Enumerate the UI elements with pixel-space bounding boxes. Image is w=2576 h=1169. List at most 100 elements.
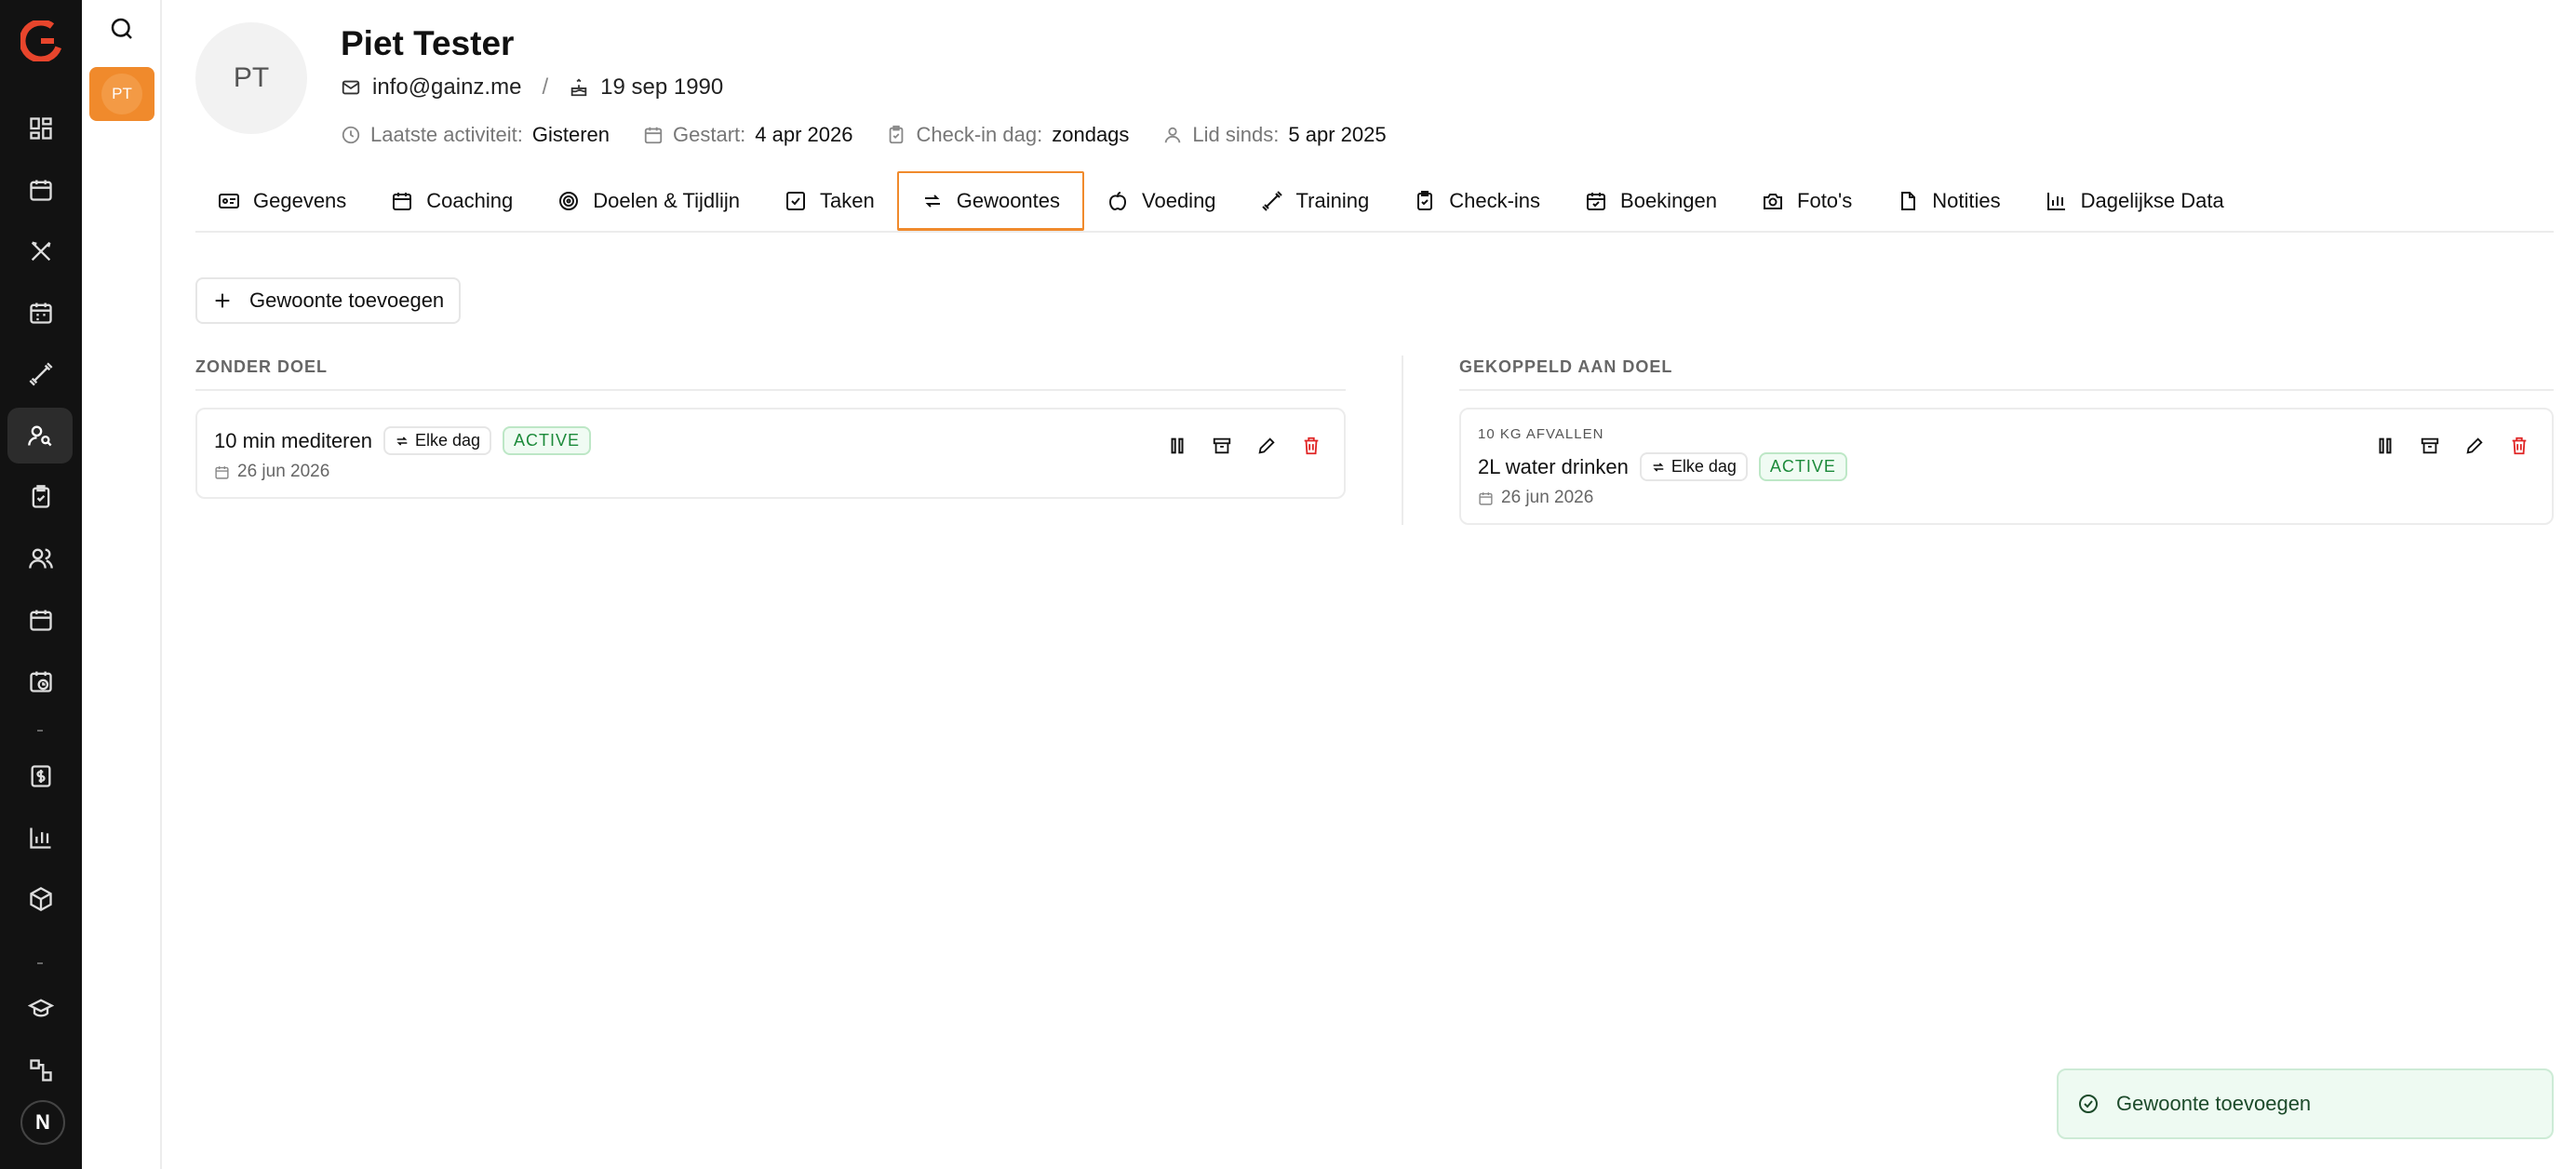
client-email[interactable]: info@gainz.me xyxy=(372,74,521,101)
search-icon[interactable] xyxy=(108,15,136,43)
frequency-badge: Elke dag xyxy=(382,426,492,455)
client-birthday: 19 sep 1990 xyxy=(600,74,724,100)
habit-actions xyxy=(1165,434,1323,458)
tab-check-ins[interactable]: Check-ins xyxy=(1391,171,1563,231)
nav-divider xyxy=(37,962,43,964)
started: Gestart: 4 apr 2026 xyxy=(643,123,852,147)
integrations-icon[interactable] xyxy=(20,1050,61,1091)
tab-notities[interactable]: Notities xyxy=(1874,171,2022,231)
client-search-icon[interactable] xyxy=(7,408,73,464)
tab-label: Doelen & Tijdlijn xyxy=(593,189,740,212)
tab-voeding[interactable]: Voeding xyxy=(1084,171,1239,231)
habit-date: 26 jun 2026 xyxy=(1478,488,1593,508)
calendar-check-icon xyxy=(1585,190,1607,212)
trash-icon[interactable] xyxy=(2507,434,2531,458)
last-activity-label: Laatste activiteit: xyxy=(370,123,523,146)
client-initials: PT xyxy=(101,74,142,114)
calendar-grid-icon[interactable] xyxy=(20,292,61,333)
invoice-icon[interactable] xyxy=(20,756,61,797)
users-icon[interactable] xyxy=(20,538,61,579)
dumbbell-icon[interactable] xyxy=(20,354,61,395)
tab-label: Dagelijkse Data xyxy=(2080,189,2224,212)
habit-name: 2L water drinken xyxy=(1478,454,1629,478)
apple-icon xyxy=(1107,190,1129,212)
calendar-icon xyxy=(643,125,664,145)
client-meta: Laatste activiteit: Gisteren Gestart: 4 … xyxy=(341,123,1411,147)
utensils-icon[interactable] xyxy=(20,231,61,272)
check-circle-icon xyxy=(2077,1093,2100,1115)
schedule-icon[interactable] xyxy=(20,599,61,640)
tab-dagelijkse-data[interactable]: Dagelijkse Data xyxy=(2023,171,2247,231)
habit-title-row: 2L water drinken Elke dag ACTIVE xyxy=(1478,452,1847,481)
tab-label: Gewoontes xyxy=(956,188,1061,212)
client-tabs: Gegevens Coaching Doelen & Tijdlijn Take… xyxy=(195,171,2554,233)
tab-boekingen[interactable]: Boekingen xyxy=(1563,171,1739,231)
tab-taken[interactable]: Taken xyxy=(762,171,897,231)
user-menu-button[interactable]: N xyxy=(20,1100,65,1145)
calendar-icon xyxy=(1478,490,1494,506)
dashboard-icon[interactable] xyxy=(20,108,61,149)
tab-label: Coaching xyxy=(426,189,514,212)
frequency-label: Elke dag xyxy=(414,431,481,450)
edit-icon[interactable] xyxy=(1254,434,1279,458)
habit-goal-label: 10 KG AFVALLEN xyxy=(1478,426,1604,442)
habit-date: 26 jun 2026 xyxy=(214,462,329,482)
status-badge: ACTIVE xyxy=(1758,452,1847,481)
client-avatar-button[interactable]: PT xyxy=(89,67,154,121)
user-icon xyxy=(1162,125,1183,145)
tab-training[interactable]: Training xyxy=(1239,171,1392,231)
graduation-cap-icon[interactable] xyxy=(20,988,61,1029)
add-habit-button[interactable]: Gewoonte toevoegen xyxy=(195,277,462,324)
calendar-clock-icon[interactable] xyxy=(20,661,61,702)
member-since: Lid sinds: 5 apr 2025 xyxy=(1162,123,1387,147)
edit-icon[interactable] xyxy=(2462,434,2487,458)
id-card-icon xyxy=(218,190,240,212)
habit-date-value: 26 jun 2026 xyxy=(237,462,330,481)
tab-label: Check-ins xyxy=(1449,189,1541,212)
pause-icon[interactable] xyxy=(1165,434,1189,458)
plus-icon xyxy=(212,290,233,311)
pause-icon[interactable] xyxy=(2373,434,2397,458)
repeat-icon xyxy=(921,190,944,212)
section-title-without-goal: ZONDER DOEL xyxy=(195,357,329,376)
habit-actions xyxy=(2373,434,2531,458)
calendar-icon[interactable] xyxy=(20,169,61,210)
package-icon[interactable] xyxy=(20,879,61,920)
started-label: Gestart: xyxy=(673,123,746,146)
section-title-with-goal: GEKOPPELD AAN DOEL xyxy=(1459,357,1673,376)
archive-icon[interactable] xyxy=(1210,434,1234,458)
bar-chart-icon[interactable] xyxy=(20,817,61,858)
repeat-icon xyxy=(395,434,409,449)
tab-coaching[interactable]: Coaching xyxy=(369,171,535,231)
toast-notification: Gewoonte toevoegen xyxy=(2057,1068,2554,1139)
tab-gewoontes[interactable]: Gewoontes xyxy=(896,171,1085,231)
add-habit-label: Gewoonte toevoegen xyxy=(249,289,445,312)
calendar-icon xyxy=(391,190,413,212)
tab-label: Boekingen xyxy=(1620,189,1718,212)
page-title: Piet Tester xyxy=(341,24,515,62)
tab-doelen[interactable]: Doelen & Tijdlijn xyxy=(535,171,762,231)
archive-icon[interactable] xyxy=(2418,434,2442,458)
calendar-icon xyxy=(214,464,230,480)
status-badge: ACTIVE xyxy=(503,426,592,455)
frequency-badge: Elke dag xyxy=(1639,452,1748,481)
clipboard-icon xyxy=(1414,190,1436,212)
mail-icon xyxy=(341,77,361,98)
clipboard-icon[interactable] xyxy=(20,477,61,517)
gainz-logo[interactable] xyxy=(20,20,61,61)
member-value: 5 apr 2025 xyxy=(1288,123,1387,146)
trash-icon[interactable] xyxy=(1299,434,1323,458)
dumbbell-icon xyxy=(1261,190,1283,212)
habit-title-row: 10 min mediteren Elke dag ACTIVE xyxy=(214,426,592,455)
checkin-day: Check-in dag: zondags xyxy=(886,123,1129,147)
last-activity-value: Gisteren xyxy=(531,123,610,146)
tab-label: Notities xyxy=(1932,189,2001,212)
tab-gegevens[interactable]: Gegevens xyxy=(195,171,369,231)
bar-chart-icon xyxy=(2046,190,2068,212)
started-value: 4 apr 2026 xyxy=(755,123,853,146)
tab-label: Training xyxy=(1295,189,1370,212)
checkbox-icon xyxy=(785,190,807,212)
target-icon xyxy=(557,190,580,212)
frequency-label: Elke dag xyxy=(1670,457,1737,476)
tab-fotos[interactable]: Foto's xyxy=(1739,171,1874,231)
